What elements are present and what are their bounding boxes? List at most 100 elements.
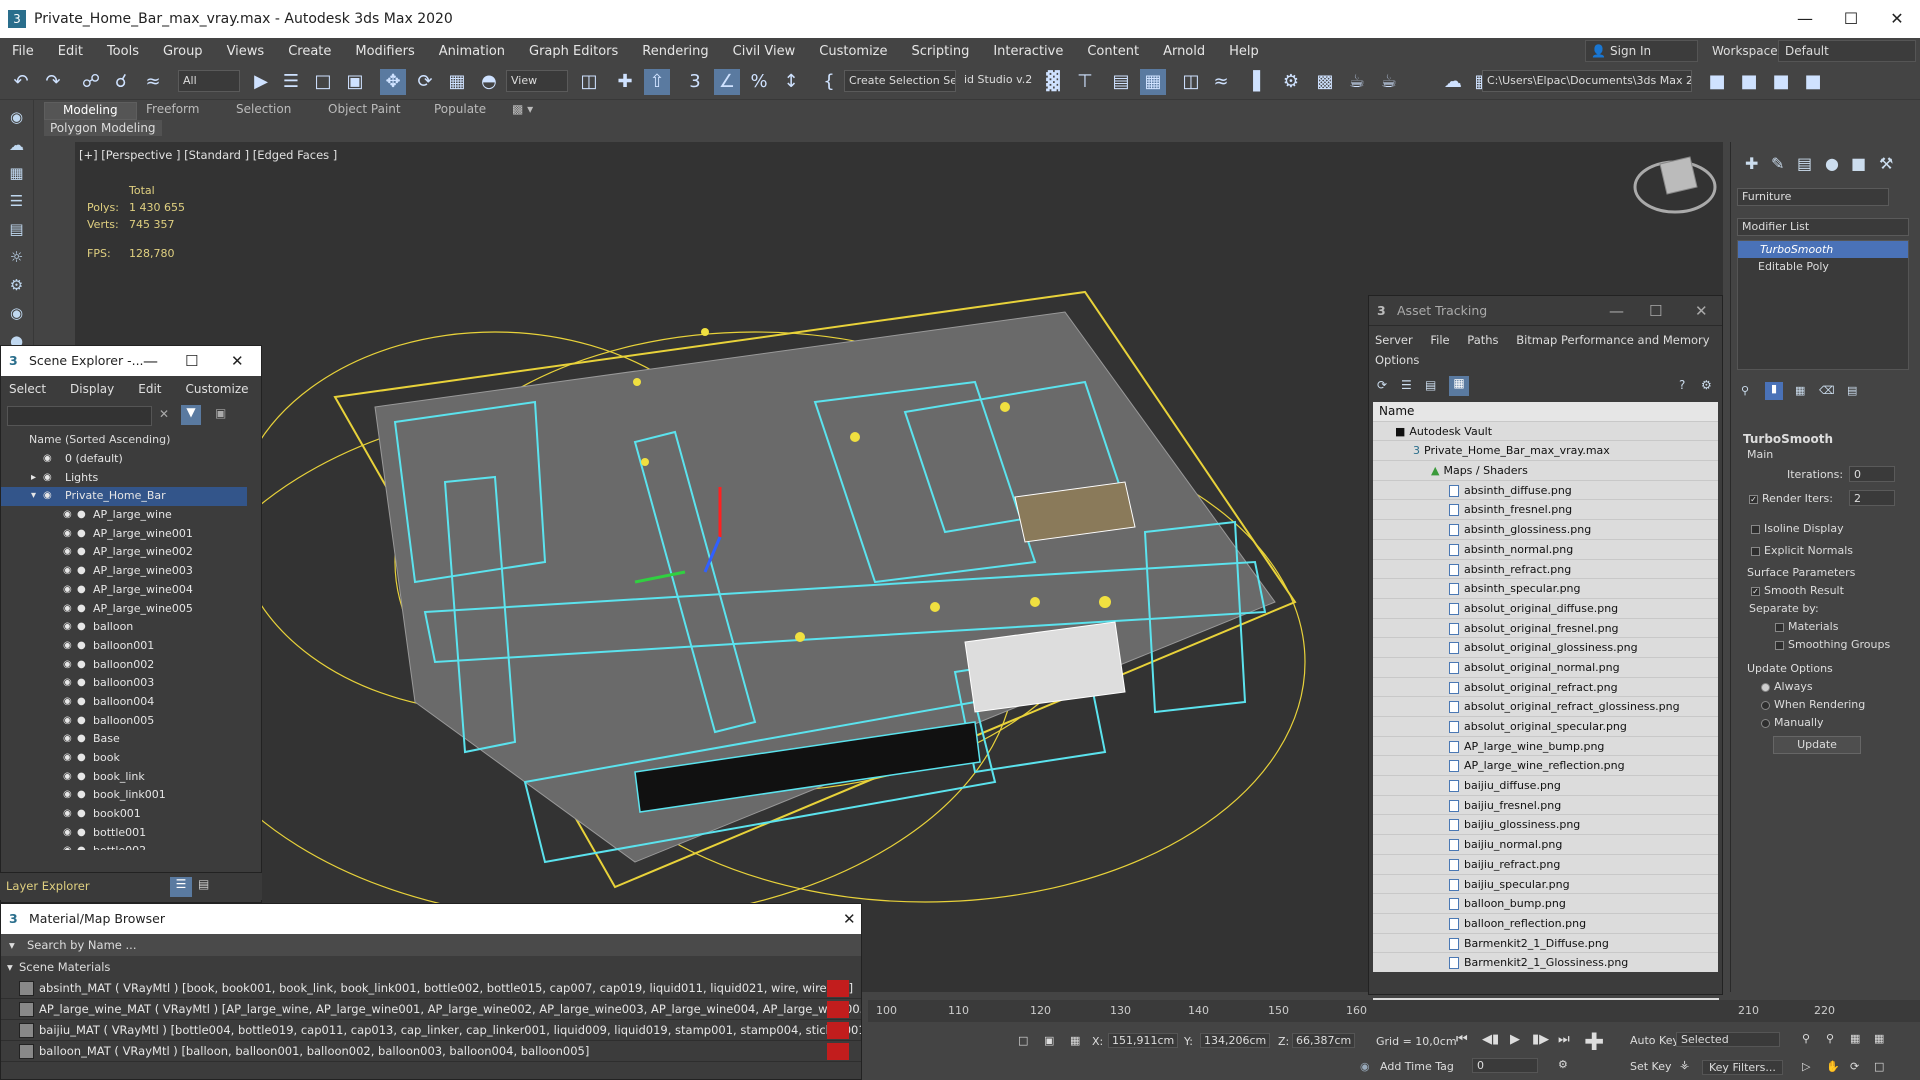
asset-file-row[interactable]: balloon_reflection.png xyxy=(1373,913,1718,934)
menu-file[interactable]: File xyxy=(0,44,46,59)
layer-list-icon[interactable]: ▤ xyxy=(198,877,209,891)
scene-search-input[interactable] xyxy=(7,406,152,426)
list-view-icon[interactable]: ☰ xyxy=(1401,378,1412,392)
asset-file-row[interactable]: absinth_glossiness.png xyxy=(1373,520,1718,540)
fov-icon[interactable]: ▷ xyxy=(1802,1060,1810,1073)
select-manipulate-icon[interactable]: ✚ xyxy=(612,69,638,95)
asset-file-row[interactable]: baijiu_normal.png xyxy=(1373,835,1718,855)
motion-tab-icon[interactable]: ● xyxy=(1825,154,1839,173)
asset-file-row[interactable]: absolut_original_refract_glossiness.png xyxy=(1373,697,1718,717)
lock-icon[interactable]: ▣ xyxy=(215,406,226,420)
modify-tab-icon[interactable]: ✎ xyxy=(1771,154,1784,173)
light-icon[interactable]: ☼ xyxy=(5,246,29,268)
tree-row[interactable]: ◉ ● AP_large_wine004 xyxy=(1,581,247,600)
stack-item-editable-poly[interactable]: Editable Poly xyxy=(1738,258,1908,275)
add-time-tag[interactable]: Add Time Tag xyxy=(1380,1060,1454,1073)
asset-file-row[interactable]: absolut_original_fresnel.png xyxy=(1373,618,1718,639)
tree-row[interactable]: ◉ 0 (default) xyxy=(1,450,247,469)
render-setup-icon[interactable]: ⚙ xyxy=(1278,69,1304,95)
menu-customize[interactable]: Customize xyxy=(186,382,249,396)
undo-icon[interactable]: ↶ xyxy=(8,69,34,95)
render-iterative-icon[interactable]: ☕ xyxy=(1376,69,1402,95)
ribbon-tab-object-paint[interactable]: Object Paint xyxy=(328,102,401,120)
mirror-icon[interactable]: ▓ xyxy=(1040,69,1066,95)
pan-icon[interactable]: ✋ xyxy=(1826,1060,1840,1073)
move-icon[interactable]: ✥ xyxy=(380,69,406,95)
material-browser-titlebar[interactable]: 3 Material/Map Browser ✕ xyxy=(1,904,861,934)
auto-key-button[interactable]: Auto Key xyxy=(1630,1034,1679,1047)
rendered-frame-icon[interactable]: ▩ xyxy=(1312,69,1338,95)
maximize-viewport-icon[interactable]: □ xyxy=(1874,1060,1884,1073)
asset-tracking-titlebar[interactable]: 3 Asset Tracking — ☐ ✕ xyxy=(1369,296,1722,326)
menu-options[interactable]: Options xyxy=(1375,353,1419,367)
freeze-icon[interactable]: ● xyxy=(77,543,86,562)
material-search-input[interactable]: ▾ Search by Name ... xyxy=(1,934,861,956)
freeze-icon[interactable]: ● xyxy=(77,506,86,525)
update-button[interactable]: Update xyxy=(1773,736,1861,754)
list-icon[interactable]: ☰ xyxy=(5,190,29,212)
iterations-spinner[interactable]: 0 xyxy=(1849,466,1895,482)
helpers-icon[interactable]: ⚙ xyxy=(5,274,29,296)
menu-file[interactable]: File xyxy=(1430,333,1449,347)
tree-row[interactable]: ◉ ● balloon002 xyxy=(1,656,247,675)
sign-in-dropdown[interactable]: 👤 Sign In xyxy=(1585,40,1698,62)
freeze-icon[interactable]: ● xyxy=(77,786,86,805)
freeze-icon[interactable]: ● xyxy=(77,525,86,544)
ribbon-options-icon[interactable]: ▩ ▾ xyxy=(512,102,533,120)
tree-row[interactable]: ◉ ● book_link001 xyxy=(1,786,247,805)
add-time-tag-icon[interactable]: ◉ xyxy=(1360,1060,1370,1073)
maximize-icon[interactable]: ☐ xyxy=(1828,0,1874,38)
visibility-eye-icon[interactable]: ◉ xyxy=(63,768,72,787)
visibility-eye-icon[interactable]: ◉ xyxy=(63,600,72,619)
asset-column-name[interactable]: Name xyxy=(1373,402,1718,422)
render-production-icon[interactable]: ☕ xyxy=(1344,69,1370,95)
edit-named-sets-icon[interactable]: { xyxy=(816,69,842,95)
close-icon[interactable]: ✕ xyxy=(231,346,244,376)
explicit-normals-checkbox[interactable]: Explicit Normals xyxy=(1751,544,1853,557)
visibility-eye-icon[interactable]: ◉ xyxy=(63,562,72,581)
menu-views[interactable]: Views xyxy=(215,44,277,59)
select-object-icon[interactable]: ▶ xyxy=(248,69,274,95)
create-tab-icon[interactable]: ✚ xyxy=(1745,154,1758,173)
maps-row[interactable]: ▲ Maps / Shaders xyxy=(1373,461,1718,481)
visibility-eye-icon[interactable]: ◉ xyxy=(63,749,72,768)
curve-editor-icon[interactable]: ≈ xyxy=(1208,69,1234,95)
maximize-icon[interactable]: ☐ xyxy=(1649,296,1662,326)
scene-materials-header[interactable]: ▾ Scene Materials xyxy=(1,956,861,978)
selection-filter[interactable]: All xyxy=(178,70,240,92)
freeze-icon[interactable]: ● xyxy=(77,618,86,637)
object-name-field[interactable]: Furniture xyxy=(1737,188,1889,206)
visibility-eye-icon[interactable]: ◉ xyxy=(63,730,72,749)
key-set-select[interactable]: Selected xyxy=(1676,1032,1780,1047)
help-icon[interactable]: ? xyxy=(1679,378,1685,392)
layer-explorer-label[interactable]: Layer Explorer xyxy=(6,879,90,893)
asset-file-row[interactable]: absinth_normal.png xyxy=(1373,539,1718,560)
freeze-icon[interactable]: ● xyxy=(77,562,86,581)
visibility-eye-icon[interactable]: ◉ xyxy=(63,842,72,850)
grid-view-icon[interactable]: ▦ xyxy=(1449,376,1469,396)
minimize-icon[interactable]: — xyxy=(143,346,158,376)
menu-graph-editors[interactable]: Graph Editors xyxy=(517,44,630,59)
visibility-eye-icon[interactable]: ◉ xyxy=(43,487,52,506)
freeze-icon[interactable]: ● xyxy=(77,581,86,600)
settings-icon[interactable]: ⚙ xyxy=(1701,378,1712,392)
project-path[interactable]: C:\Users\Elpac\Documents\3ds Max 2020 xyxy=(1482,70,1692,92)
material-row[interactable]: balloon_MAT ( VRayMtl ) [balloon, balloo… xyxy=(1,1041,861,1062)
name-column-header[interactable]: Name (Sorted Ascending) xyxy=(1,430,261,450)
snaps-toggle-icon[interactable]: 3 xyxy=(682,69,708,95)
isoline-display-checkbox[interactable]: Isoline Display xyxy=(1751,522,1844,535)
play-icon[interactable]: ▶ xyxy=(1510,1032,1520,1047)
freeze-icon[interactable]: ● xyxy=(77,693,86,712)
pin-stack-icon[interactable]: ⚲ xyxy=(1741,384,1749,397)
menu-select[interactable]: Select xyxy=(9,382,46,396)
ribbon-tab-modeling[interactable]: Modeling xyxy=(44,102,137,120)
max-file-row[interactable]: 3 Private_Home_Bar_max_vray.max xyxy=(1373,441,1718,462)
ribbon-tab-freeform[interactable]: Freeform xyxy=(146,102,199,120)
link-icon[interactable]: ☍ xyxy=(78,69,104,95)
when-rendering-radio[interactable]: When Rendering xyxy=(1761,698,1865,711)
lock-icon[interactable]: ▣ xyxy=(1044,1034,1054,1047)
polygon-modeling-panel[interactable]: Polygon Modeling xyxy=(44,120,162,136)
maximize-icon[interactable]: ☐ xyxy=(185,346,198,376)
menu-server[interactable]: Server xyxy=(1375,333,1413,347)
visibility-eye-icon[interactable]: ◉ xyxy=(63,693,72,712)
